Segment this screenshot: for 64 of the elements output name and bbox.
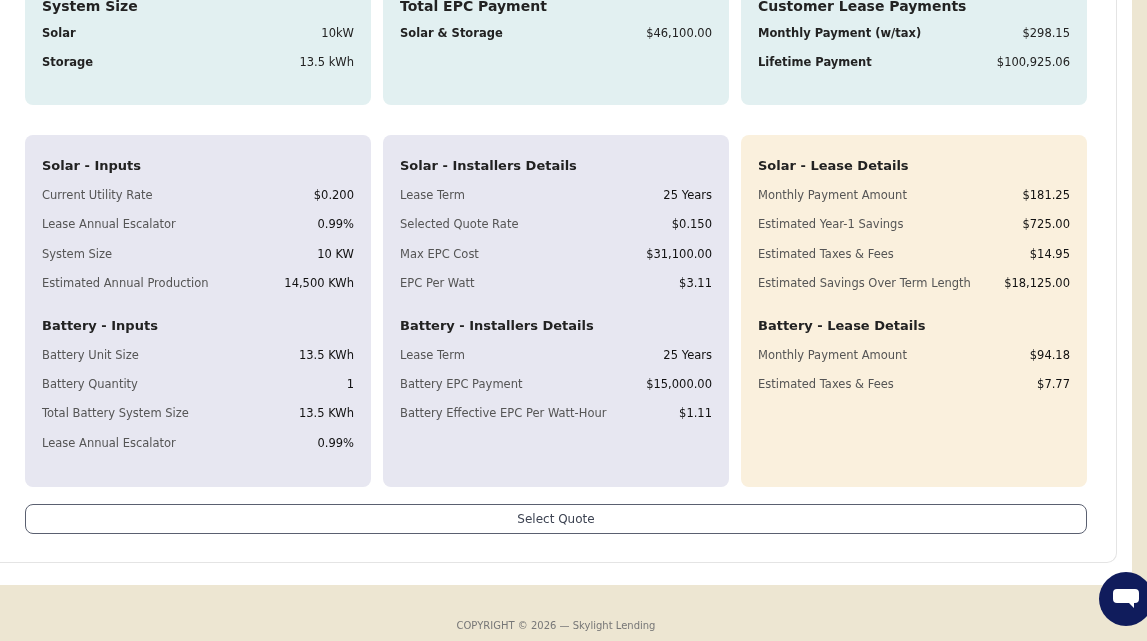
row-value: $18,125.00 — [1004, 276, 1070, 293]
row-label: Monthly Payment Amount — [758, 188, 907, 204]
row-value: 1 — [346, 376, 354, 393]
chat-button[interactable] — [1099, 572, 1147, 626]
row-value: 25 Years — [663, 347, 712, 364]
row-value: $0.200 — [313, 188, 354, 204]
copyright-text: COPYRIGHT © 2026 — Skylight Lending — [455, 620, 657, 631]
row-label: Monthly Payment Amount — [758, 347, 907, 364]
row-label: EPC Per Watt — [400, 276, 475, 293]
section-title: Solar - Installers Details — [400, 158, 578, 175]
row-value: 25 Years — [663, 188, 712, 204]
row-value: 10kW — [321, 26, 354, 42]
row-value: 13.5 KWh — [298, 406, 354, 423]
row-value: 10 KW — [317, 246, 354, 263]
row-label: Lease Term — [400, 347, 465, 364]
row-label: Lease Annual Escalator — [42, 217, 176, 234]
row-value: $94.18 — [1029, 347, 1070, 364]
row-value: $46,100.00 — [646, 26, 712, 42]
row-label: Max EPC Cost — [400, 246, 479, 263]
row-value: 0.99% — [317, 435, 354, 452]
card-title: Total EPC Payment — [400, 0, 548, 14]
row-label: System Size — [42, 246, 113, 263]
row-value: $3.11 — [679, 276, 712, 293]
row-label: Estimated Taxes & Fees — [758, 376, 894, 393]
row-label: Battery Unit Size — [42, 347, 139, 364]
row-value: $100,925.06 — [996, 55, 1070, 71]
select-quote-button[interactable]: Select Quote — [25, 504, 1087, 534]
row-value: $15,000.00 — [646, 376, 712, 393]
row-value: 13.5 kWh — [299, 55, 354, 71]
row-value: 0.99% — [317, 217, 354, 234]
section-title: Solar - Lease Details — [758, 158, 910, 175]
row-label: Estimated Taxes & Fees — [758, 246, 894, 263]
row-value: 13.5 KWh — [298, 347, 354, 364]
row-value: $7.77 — [1037, 376, 1070, 393]
row-value: 14,500 KWh — [284, 276, 354, 293]
row-label: Estimated Savings Over Term Length — [758, 276, 971, 293]
row-label: Solar — [42, 26, 76, 42]
card-title: Customer Lease Payments — [758, 0, 968, 14]
row-label: Lease Annual Escalator — [42, 435, 176, 452]
row-label: Battery Effective EPC Per Watt-Hour — [400, 406, 607, 423]
row-label: Selected Quote Rate — [400, 217, 519, 234]
section-title: Solar - Inputs — [42, 158, 142, 175]
row-label: Battery Quantity — [42, 376, 138, 393]
row-label: Monthly Payment (w/tax) — [758, 26, 922, 42]
row-value: $14.95 — [1029, 246, 1070, 263]
section-title: Battery - Inputs — [42, 317, 159, 335]
row-label: Storage — [42, 55, 94, 71]
row-label: Lease Term — [400, 188, 465, 204]
row-value: $1.11 — [679, 406, 712, 423]
row-value: $0.150 — [671, 217, 712, 234]
row-label: Solar & Storage — [400, 26, 503, 42]
row-label: Lifetime Payment — [758, 55, 872, 71]
row-label: Current Utility Rate — [42, 188, 153, 204]
section-title: Battery - Installers Details — [400, 317, 595, 335]
row-label: Battery EPC Payment — [400, 376, 523, 393]
card-title: System Size — [42, 0, 139, 14]
row-label: Estimated Annual Production — [42, 276, 209, 293]
row-value: $31,100.00 — [646, 246, 712, 263]
row-value: $298.15 — [1022, 26, 1070, 42]
row-label: Total Battery System Size — [42, 406, 189, 423]
row-value: $181.25 — [1022, 188, 1070, 204]
row-value: $725.00 — [1022, 217, 1070, 234]
section-title: Battery - Lease Details — [758, 317, 927, 335]
row-label: Estimated Year-1 Savings — [758, 217, 904, 234]
